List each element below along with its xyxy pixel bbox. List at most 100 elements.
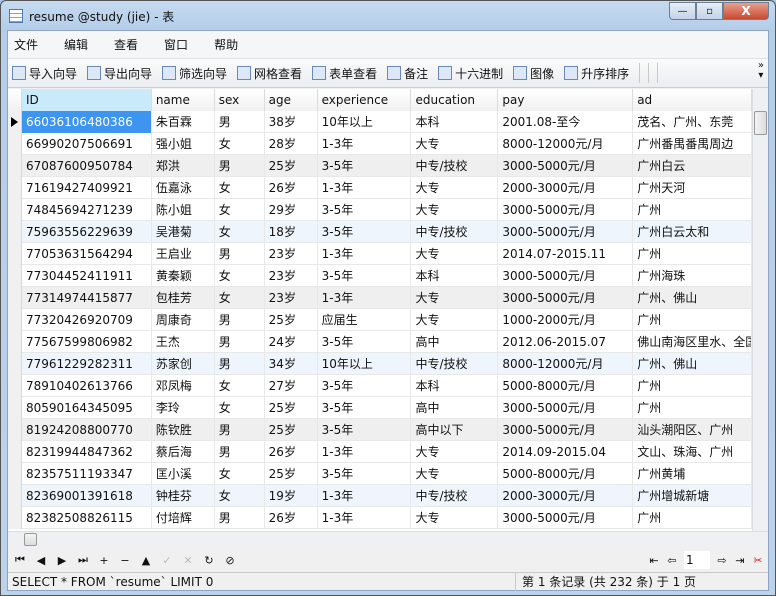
column-header-ad[interactable]: ad <box>633 89 753 111</box>
cell-id[interactable]: 71619427409921 <box>22 177 152 199</box>
cell-id[interactable]: 66990207506691 <box>22 133 152 155</box>
cell-age[interactable]: 25岁 <box>265 155 318 177</box>
prev-record-icon[interactable]: ◀ <box>35 554 47 567</box>
cell-pay[interactable]: 8000-12000元/月 <box>498 133 634 155</box>
cell-experience[interactable]: 1-3年 <box>318 177 412 199</box>
cell-education[interactable]: 大专 <box>411 463 499 485</box>
column-header-education[interactable]: education <box>411 89 499 111</box>
cell-id[interactable]: 74845694271239 <box>22 199 152 221</box>
cell-sex[interactable]: 女 <box>215 199 265 221</box>
cell-experience[interactable]: 应届生 <box>318 309 412 331</box>
cell-age[interactable]: 38岁 <box>265 111 318 133</box>
cell-sex[interactable]: 男 <box>215 353 265 375</box>
cell-experience[interactable]: 10年以上 <box>318 353 412 375</box>
cell-ad[interactable]: 广州 <box>633 375 753 397</box>
cell-ad[interactable]: 汕头潮阳区、广州 <box>633 419 753 441</box>
cell-ad[interactable]: 茂名、广州、东莞 <box>633 111 753 133</box>
cell-sex[interactable]: 男 <box>215 243 265 265</box>
cell-id[interactable]: 78910402613766 <box>22 375 152 397</box>
cell-id[interactable]: 77961229282311 <box>22 353 152 375</box>
stop-icon[interactable]: ⊘ <box>224 554 236 567</box>
cell-pay[interactable]: 5000-8000元/月 <box>498 463 634 485</box>
cell-name[interactable]: 吴港菊 <box>152 221 215 243</box>
cell-age[interactable]: 18岁 <box>265 221 318 243</box>
vertical-scrollbar[interactable] <box>752 89 768 531</box>
cell-sex[interactable]: 男 <box>215 419 265 441</box>
cell-ad[interactable]: 广州、佛山 <box>633 287 753 309</box>
cell-name[interactable]: 钟桂芬 <box>152 485 215 507</box>
cell-education[interactable]: 大专 <box>411 133 499 155</box>
next-record-icon[interactable]: ▶ <box>56 554 68 567</box>
cell-sex[interactable]: 男 <box>215 441 265 463</box>
cell-pay[interactable]: 2014.07-2015.11 <box>498 243 634 265</box>
cell-experience[interactable]: 3-5年 <box>318 331 412 353</box>
row-indicator[interactable] <box>8 309 22 331</box>
row-indicator[interactable] <box>8 89 22 111</box>
row-indicator[interactable] <box>8 507 22 529</box>
close-button[interactable]: X <box>723 2 769 20</box>
table-row[interactable]: 67087600950784 郑洪男 25岁 3-5年 中专/技校 3000-5000元/… <box>8 155 753 177</box>
row-indicator[interactable] <box>8 353 22 375</box>
cell-education[interactable]: 大专 <box>411 177 499 199</box>
cell-age[interactable]: 23岁 <box>265 287 318 309</box>
cell-ad[interactable]: 广州 <box>633 243 753 265</box>
cell-education[interactable]: 大专 <box>411 309 499 331</box>
cell-pay[interactable]: 1000-2000元/月 <box>498 309 634 331</box>
row-indicator[interactable] <box>8 419 22 441</box>
cell-pay[interactable]: 3000-5000元/月 <box>498 287 634 309</box>
column-header-name[interactable]: name <box>151 89 215 111</box>
cell-age[interactable]: 24岁 <box>265 331 318 353</box>
column-header-sex[interactable]: sex <box>214 89 265 111</box>
cell-age[interactable]: 34岁 <box>265 353 318 375</box>
cell-experience[interactable]: 3-5年 <box>318 419 412 441</box>
settings-icon[interactable]: ✂ <box>752 554 764 567</box>
cell-education[interactable]: 大专 <box>411 507 499 529</box>
cell-sex[interactable]: 女 <box>215 397 265 419</box>
cell-education[interactable]: 中专/技校 <box>411 155 499 177</box>
cell-experience[interactable]: 3-5年 <box>318 375 412 397</box>
row-indicator[interactable] <box>8 221 22 243</box>
cell-experience[interactable]: 10年以上 <box>318 111 412 133</box>
toolbar-button[interactable]: 图像 <box>513 65 554 82</box>
column-header-age[interactable]: age <box>264 89 318 111</box>
toolbar-button[interactable]: 表单查看 <box>312 65 377 82</box>
cell-sex[interactable]: 男 <box>215 155 265 177</box>
cell-pay[interactable]: 2000-3000元/月 <box>498 177 634 199</box>
row-indicator[interactable] <box>8 485 22 507</box>
cell-name[interactable]: 伍嘉泳 <box>152 177 215 199</box>
cell-sex[interactable]: 男 <box>215 331 265 353</box>
cell-pay[interactable]: 8000-12000元/月 <box>498 353 634 375</box>
table-row[interactable]: 77314974415877 包桂芳女 23岁 1-3年 大专 3000-5000元/月广… <box>8 287 753 309</box>
cell-age[interactable]: 25岁 <box>265 463 318 485</box>
toolbar-button[interactable]: 导入向导 <box>12 65 77 82</box>
cell-age[interactable]: 19岁 <box>265 485 318 507</box>
cell-education[interactable]: 大专 <box>411 199 499 221</box>
cell-education[interactable]: 高中以下 <box>411 419 499 441</box>
next-page-button[interactable]: ⇨ <box>716 554 728 567</box>
cell-sex[interactable]: 女 <box>215 287 265 309</box>
row-indicator[interactable] <box>8 155 22 177</box>
prev-page-button[interactable]: ⇦ <box>666 554 678 567</box>
cell-sex[interactable]: 女 <box>215 133 265 155</box>
table-row[interactable]: 71619427409921 伍嘉泳女 26岁 1-3年 大专 2000-3000元/月广… <box>8 177 753 199</box>
cell-age[interactable]: 26岁 <box>265 177 318 199</box>
delete-record-icon[interactable]: − <box>119 554 131 567</box>
cell-sex[interactable]: 女 <box>215 375 265 397</box>
cell-pay[interactable]: 3000-5000元/月 <box>498 397 634 419</box>
cell-experience[interactable]: 1-3年 <box>318 243 412 265</box>
menu-item[interactable]: 编辑 <box>64 36 88 53</box>
toolbar-button[interactable]: 网格查看 <box>237 65 302 82</box>
table-row[interactable]: 77320426920709 周康奇男 25岁 应届生 大专 1000-2000元/月 广州 <box>8 309 753 331</box>
table-row[interactable]: 77304452411911 黄秦颖女 23岁 3-5年 本科 3000-5000元/月广… <box>8 265 753 287</box>
cell-ad[interactable]: 广州 <box>633 397 753 419</box>
cell-id[interactable]: 82382508826115 <box>22 507 152 529</box>
table-row[interactable]: 66990207506691 强小姐女 28岁 1-3年 大专 8000-12000元/月… <box>8 133 753 155</box>
cell-education[interactable]: 中专/技校 <box>411 353 499 375</box>
column-header-id[interactable]: ID <box>21 89 152 111</box>
cell-experience[interactable]: 3-5年 <box>318 155 412 177</box>
cell-pay[interactable]: 3000-5000元/月 <box>498 199 634 221</box>
table-row[interactable]: 82369001391618 钟桂芬女 19岁 1-3年 中专/技校 2000-3000元… <box>8 485 753 507</box>
cell-sex[interactable]: 男 <box>215 507 265 529</box>
cell-name[interactable]: 匡小溪 <box>152 463 215 485</box>
cell-age[interactable]: 28岁 <box>265 133 318 155</box>
